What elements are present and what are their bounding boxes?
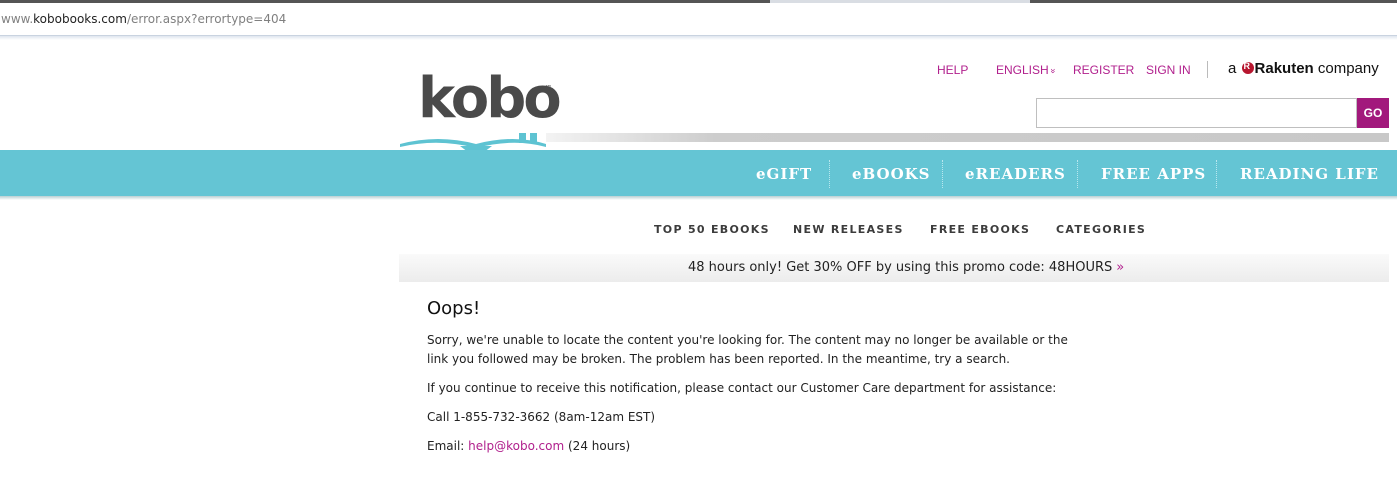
sign-in-link[interactable]: SIGN IN: [1146, 63, 1191, 77]
subnav-new-releases[interactable]: NEW RELEASES: [793, 223, 904, 236]
nav-egift[interactable]: eGIFT: [756, 165, 812, 183]
email-link[interactable]: help@kobo.com: [468, 439, 564, 453]
language-selector[interactable]: ENGLISH»: [996, 63, 1059, 77]
nav-shadow: [0, 196, 1397, 200]
browser-divider: [0, 36, 1397, 40]
subnav-free-ebooks[interactable]: FREE EBOOKS: [930, 223, 1030, 236]
url-prefix: www.: [1, 12, 34, 26]
address-bar[interactable]: www.kobobooks.com/error.aspx?errortype=4…: [0, 3, 1397, 36]
nav-ereaders[interactable]: eREADERS: [965, 165, 1066, 183]
language-label: ENGLISH: [996, 63, 1049, 77]
phone-line: Call 1-855-732-3662 (8am-12am EST): [427, 410, 656, 424]
error-message: Sorry, we're unable to locate the conten…: [427, 331, 1068, 369]
chevron-down-icon: »: [1048, 68, 1059, 74]
header-rule: [546, 133, 1389, 142]
kobo-logo[interactable]: kobo: [418, 62, 562, 136]
rakuten-suffix: company: [1317, 60, 1379, 77]
email-hours: (24 hours): [568, 439, 631, 453]
help-link[interactable]: HELP: [937, 63, 968, 77]
promo-text-wrap: 48 hours only! Get 30% OFF by using this…: [688, 260, 1124, 275]
trademark-mark: ™: [545, 84, 552, 92]
rakuten-badge-icon: [1241, 61, 1254, 74]
main-nav: eGIFT eBOOKS eREADERS FREE APPS READING …: [0, 150, 1397, 197]
header-separator: [1207, 61, 1208, 78]
rakuten-brand: Rakuten: [1254, 60, 1314, 77]
promo-banner: 48 hours only! Get 30% OFF by using this…: [399, 254, 1389, 282]
address-bar-url[interactable]: www.kobobooks.com/error.aspx?errortype=4…: [1, 12, 286, 26]
search-input[interactable]: [1036, 98, 1357, 128]
nav-reading-life[interactable]: READING LIFE: [1240, 165, 1379, 183]
nav-divider: [942, 160, 943, 188]
nav-ebooks[interactable]: eBOOKS: [852, 165, 931, 183]
error-message-line: Sorry, we're unable to locate the conten…: [427, 333, 1068, 347]
contact-instructions: If you continue to receive this notifica…: [427, 381, 1057, 395]
promo-arrow-icon[interactable]: »: [1116, 260, 1124, 275]
url-host: kobobooks.com: [33, 12, 127, 26]
rakuten-logo: a Rakuten company: [1228, 60, 1379, 77]
nav-divider: [1077, 160, 1078, 188]
register-link[interactable]: REGISTER: [1073, 63, 1134, 77]
error-message-line: link you followed may be broken. The pro…: [427, 352, 1010, 366]
subnav-categories[interactable]: CATEGORIES: [1056, 223, 1146, 236]
search-go-button[interactable]: GO: [1357, 98, 1389, 128]
nav-divider: [829, 160, 830, 188]
url-path: /error.aspx?errortype=404: [126, 12, 287, 26]
promo-text: 48 hours only! Get 30% OFF by using this…: [688, 260, 1113, 275]
email-label: Email:: [427, 439, 465, 453]
rakuten-prefix: a: [1228, 60, 1237, 77]
subnav-top-50-ebooks[interactable]: TOP 50 EBOOKS: [654, 223, 770, 236]
nav-free-apps[interactable]: FREE APPS: [1101, 165, 1206, 183]
error-title: Oops!: [427, 298, 481, 319]
email-line: Email: help@kobo.com (24 hours): [427, 437, 630, 456]
nav-divider: [1216, 160, 1217, 188]
